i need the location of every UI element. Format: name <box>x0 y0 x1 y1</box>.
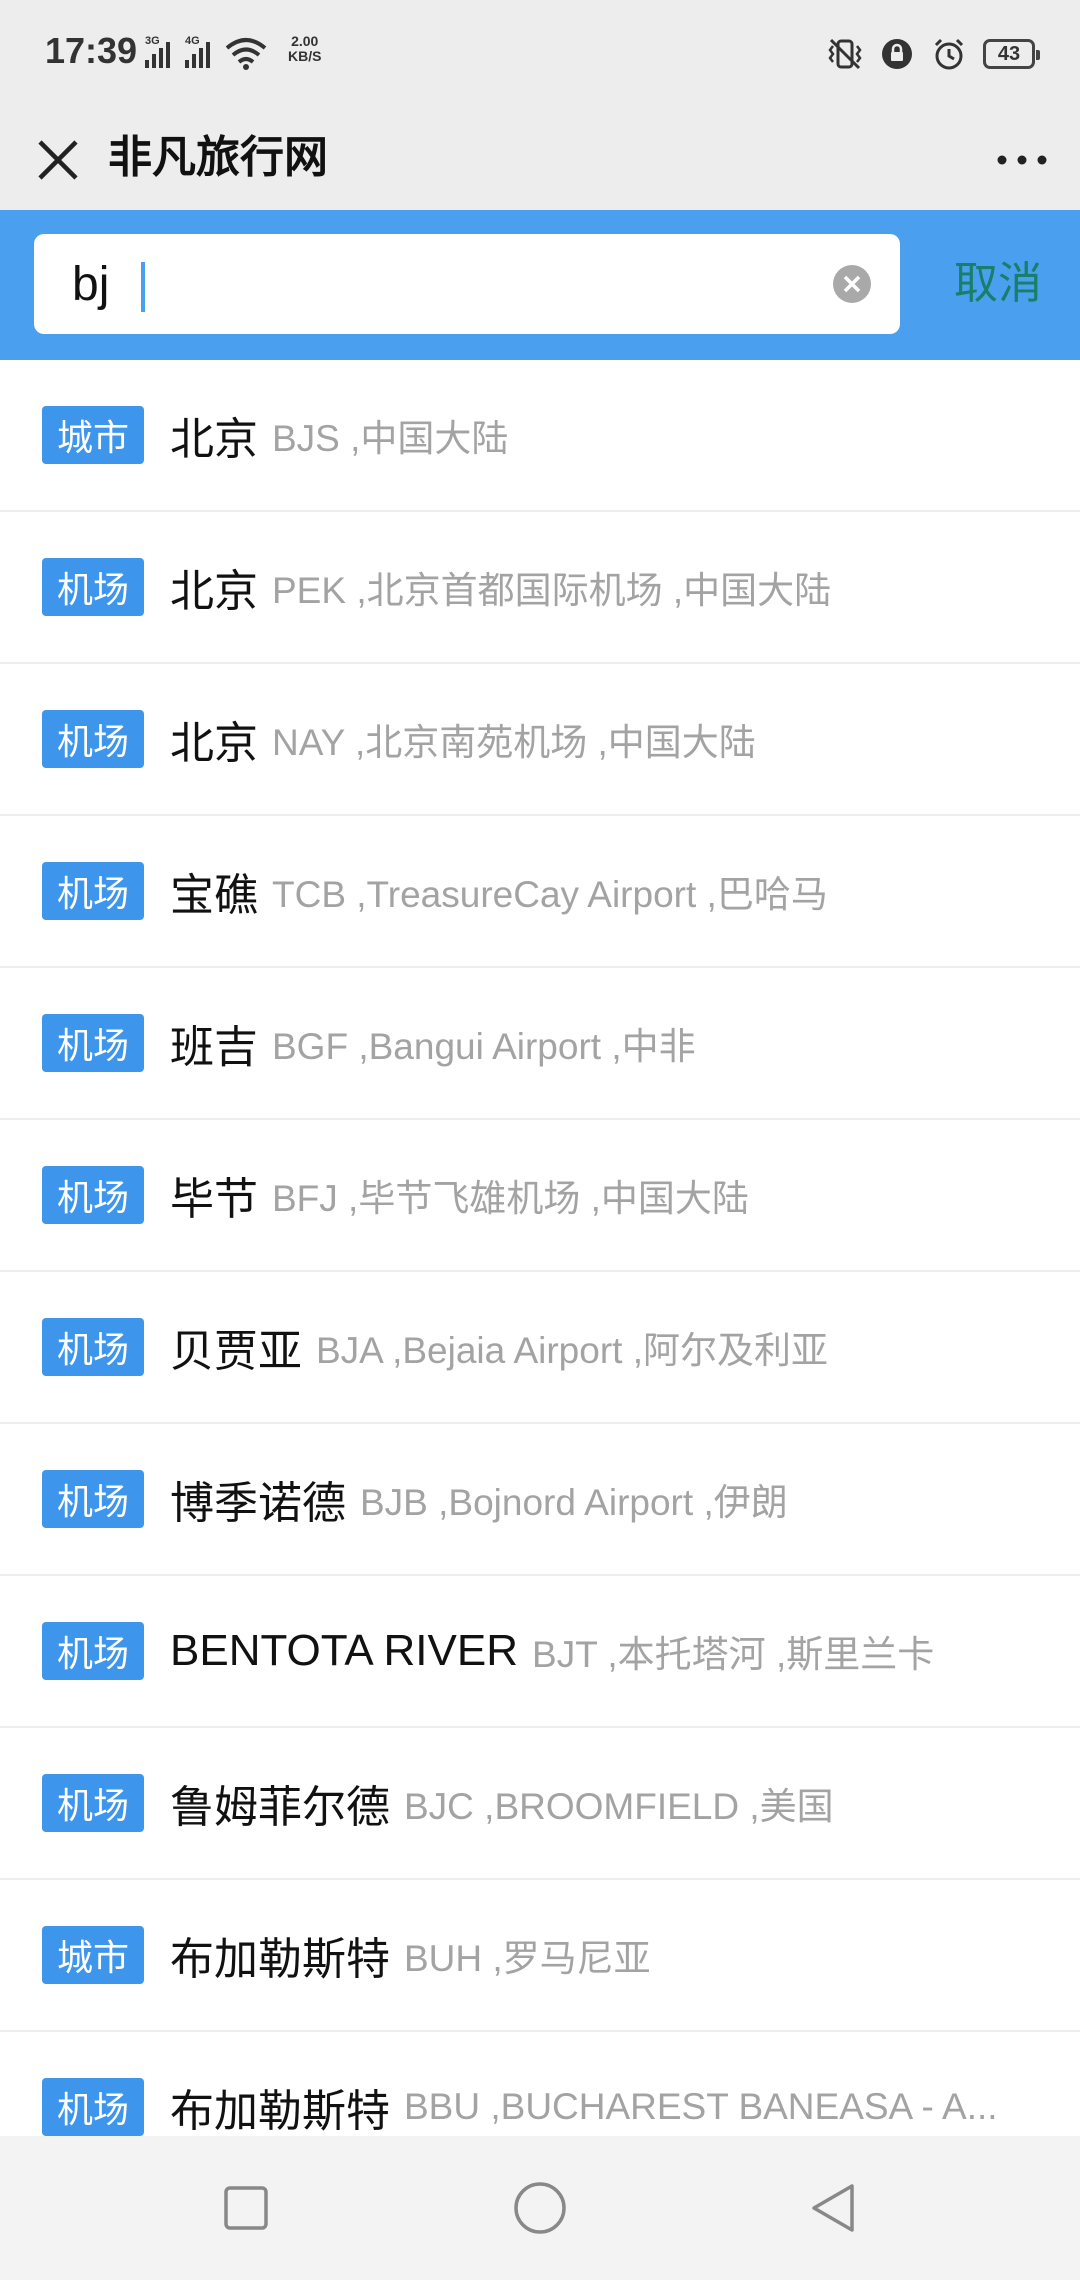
search-box <box>34 234 900 334</box>
type-badge: 机场 <box>42 1014 144 1072</box>
list-item[interactable]: 机场 布加勒斯特 BBU ,BUCHAREST BANEASA - A... <box>0 2032 1080 2136</box>
place-detail: BUH ,罗马尼亚 <box>404 1938 651 1979</box>
clear-icon[interactable] <box>832 264 872 304</box>
place-detail: BGF ,Bangui Airport ,中非 <box>272 1026 696 1067</box>
type-badge: 城市 <box>42 1926 144 1984</box>
place-name: BENTOTA RIVER <box>170 1626 519 1675</box>
recent-apps-icon[interactable] <box>210 2172 282 2244</box>
place-detail: BJA ,Bejaia Airport ,阿尔及利亚 <box>316 1330 829 1371</box>
type-badge: 城市 <box>42 406 144 464</box>
type-badge: 机场 <box>42 1774 144 1832</box>
list-item[interactable]: 机场 班吉 BGF ,Bangui Airport ,中非 <box>0 968 1080 1120</box>
status-time: 17:39 <box>45 30 138 71</box>
lock-rotation-icon <box>882 39 912 69</box>
type-badge: 机场 <box>42 1166 144 1224</box>
search-input[interactable] <box>72 250 812 318</box>
vibrate-icon <box>828 38 862 70</box>
status-icons: 43 <box>827 32 1040 76</box>
place-name: 班吉 <box>170 1023 258 1072</box>
list-item[interactable]: 机场 北京 PEK ,北京首都国际机场 ,中国大陆 <box>0 512 1080 664</box>
list-item[interactable]: 机场 北京 NAY ,北京南苑机场 ,中国大陆 <box>0 664 1080 816</box>
place-name: 北京 <box>170 415 258 464</box>
place-name: 北京 <box>170 719 258 768</box>
cancel-button[interactable]: 取消 <box>954 254 1042 314</box>
place-detail: BJT ,本托塔河 ,斯里兰卡 <box>532 1634 935 1675</box>
page-title: 非凡旅行网 <box>108 133 328 182</box>
more-icon[interactable] <box>992 130 1052 190</box>
net-speed-unit: KB/S <box>288 48 322 64</box>
home-icon[interactable] <box>504 2172 576 2244</box>
place-detail: BFJ ,毕节飞雄机场 ,中国大陆 <box>272 1178 749 1219</box>
list-item[interactable]: 机场 宝礁 TCB ,TreasureCay Airport ,巴哈马 <box>0 816 1080 968</box>
list-item[interactable]: 机场 毕节 BFJ ,毕节飞雄机场 ,中国大陆 <box>0 1120 1080 1272</box>
place-name: 宝礁 <box>170 871 258 920</box>
place-name: 鲁姆菲尔德 <box>170 1783 390 1832</box>
type-badge: 机场 <box>42 1318 144 1376</box>
type-badge: 机场 <box>42 1470 144 1528</box>
battery-icon: 43 <box>983 39 1040 69</box>
place-detail: BBU ,BUCHAREST BANEASA - A... <box>404 2086 998 2127</box>
place-name: 北京 <box>170 567 258 616</box>
place-name: 布加勒斯特 <box>170 1935 390 1984</box>
type-badge: 机场 <box>42 2078 144 2136</box>
place-detail: BJC ,BROOMFIELD ,美国 <box>404 1786 834 1827</box>
place-detail: NAY ,北京南苑机场 ,中国大陆 <box>272 722 756 763</box>
results-list: 城市 北京 BJS ,中国大陆 机场 北京 PEK ,北京首都国际机场 ,中国大陆 机场… <box>0 360 1080 2136</box>
navigation-bar <box>0 2136 1080 2280</box>
list-item[interactable]: 机场 鲁姆菲尔德 BJC ,BROOMFIELD ,美国 <box>0 1728 1080 1880</box>
battery-level: 43 <box>997 42 1021 65</box>
net-speed-value: 2.00 <box>291 33 319 49</box>
type-badge: 机场 <box>42 710 144 768</box>
list-item[interactable]: 机场 BENTOTA RIVER BJT ,本托塔河 ,斯里兰卡 <box>0 1576 1080 1728</box>
place-detail: PEK ,北京首都国际机场 ,中国大陆 <box>272 570 832 611</box>
place-detail: BJB ,Bojnord Airport ,伊朗 <box>360 1482 788 1523</box>
place-detail: TCB ,TreasureCay Airport ,巴哈马 <box>272 874 828 915</box>
status-bar: 17:39 3G 4G 2.00 KB/S 43 <box>0 0 1080 110</box>
alarm-icon <box>934 38 964 70</box>
type-badge: 机场 <box>42 1622 144 1680</box>
back-icon[interactable] <box>798 2172 870 2244</box>
svg-text:3G: 3G <box>145 35 160 47</box>
place-name: 毕节 <box>170 1175 258 1224</box>
type-badge: 机场 <box>42 862 144 920</box>
type-badge: 机场 <box>42 558 144 616</box>
close-icon[interactable] <box>28 130 88 190</box>
list-item[interactable]: 机场 博季诺德 BJB ,Bojnord Airport ,伊朗 <box>0 1424 1080 1576</box>
search-bar: 取消 <box>0 210 1080 360</box>
net-speed: 2.00 KB/S <box>288 34 321 64</box>
place-name: 贝贾亚 <box>170 1327 302 1376</box>
svg-text:4G: 4G <box>185 35 200 47</box>
place-name: 博季诺德 <box>170 1479 346 1528</box>
place-detail: BJS ,中国大陆 <box>272 418 509 459</box>
title-bar: 非凡旅行网 <box>0 110 1080 210</box>
place-name: 布加勒斯特 <box>170 2087 390 2136</box>
list-item[interactable]: 机场 贝贾亚 BJA ,Bejaia Airport ,阿尔及利亚 <box>0 1272 1080 1424</box>
list-item[interactable]: 城市 布加勒斯特 BUH ,罗马尼亚 <box>0 1880 1080 2032</box>
text-caret <box>141 262 145 312</box>
list-item[interactable]: 城市 北京 BJS ,中国大陆 <box>0 360 1080 512</box>
signal-icon: 3G 4G <box>145 35 267 70</box>
